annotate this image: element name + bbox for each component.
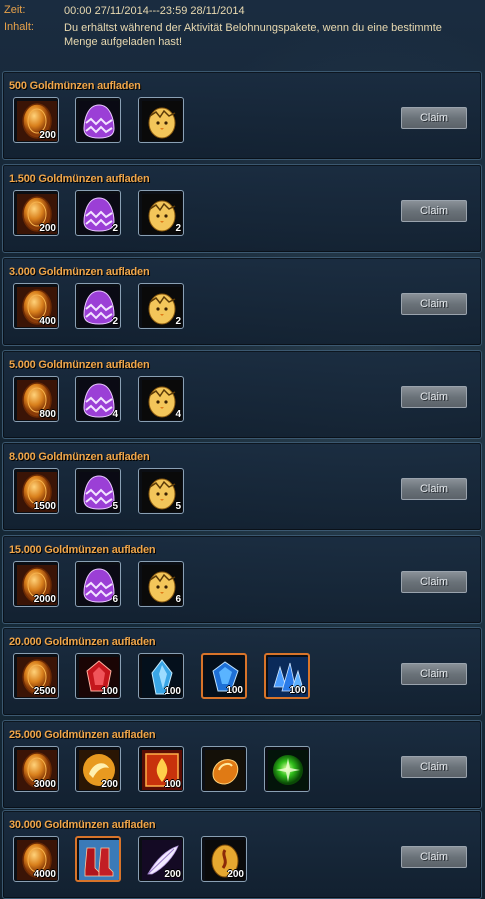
item-quantity: 2 (175, 316, 181, 327)
item-quantity: 200 (164, 869, 181, 880)
content-value: Du erhältst während der Aktivität Belohn… (64, 22, 442, 48)
item-quantity: 2 (175, 223, 181, 234)
reward-item-slot[interactable] (264, 746, 310, 792)
claim-button[interactable]: Claim (401, 107, 467, 129)
item-quantity: 3000 (33, 779, 56, 790)
reward-row: 15.000 Goldmünzen aufladen 2000 6 6 Claim (2, 535, 482, 624)
item-quantity: 100 (226, 685, 243, 696)
reward-row: 25.000 Goldmünzen aufladen 3000 200 100 Clai… (2, 720, 482, 809)
item-quantity: 200 (101, 779, 118, 790)
reward-item-slot[interactable]: 2500 (13, 653, 59, 699)
item-quantity: 100 (101, 686, 118, 697)
reward-tier-title: 1.500 Goldmünzen aufladen (9, 173, 150, 185)
reward-item-slot[interactable] (75, 836, 121, 882)
reward-item-slot[interactable] (138, 97, 184, 143)
reward-item-slot[interactable]: 4 (75, 376, 121, 422)
golden-egg-icon (142, 101, 182, 141)
item-quantity: 400 (39, 316, 56, 327)
reward-row: 3.000 Goldmünzen aufladen 400 2 2 Claim (2, 257, 482, 346)
reward-tier-title: 15.000 Goldmünzen aufladen (9, 544, 156, 556)
reward-row: 20.000 Goldmünzen aufladen 2500 100 100 100 1… (2, 627, 482, 716)
claim-button[interactable]: Claim (401, 478, 467, 500)
reward-item-slot[interactable]: 100 (138, 653, 184, 699)
reward-item-slot[interactable]: 2 (75, 283, 121, 329)
amber-stone-icon (205, 750, 245, 790)
reward-row: 8.000 Goldmünzen aufladen 1500 5 5 Claim (2, 442, 482, 531)
claim-button[interactable]: Claim (401, 200, 467, 222)
claim-button[interactable]: Claim (401, 846, 467, 868)
reward-item-slot[interactable]: 100 (201, 653, 247, 699)
item-quantity: 4 (175, 409, 181, 420)
item-quantity: 200 (227, 869, 244, 880)
item-quantity: 5 (112, 501, 118, 512)
reward-item-slot[interactable]: 6 (138, 561, 184, 607)
item-quantity: 2500 (33, 686, 56, 697)
item-quantity: 200 (39, 223, 56, 234)
reward-tier-title: 30.000 Goldmünzen aufladen (9, 819, 156, 831)
item-quantity: 2000 (33, 594, 56, 605)
reward-item-slot[interactable] (75, 97, 121, 143)
reward-item-slot[interactable]: 200 (138, 836, 184, 882)
reward-item-slot[interactable] (201, 746, 247, 792)
reward-item-slot[interactable]: 5 (138, 468, 184, 514)
reward-row: 30.000 Goldmünzen aufladen 4000 200 200 Clai… (2, 810, 482, 899)
reward-tier-title: 8.000 Goldmünzen aufladen (9, 451, 150, 463)
reward-item-slot[interactable]: 4000 (13, 836, 59, 882)
reward-item-slot[interactable]: 1500 (13, 468, 59, 514)
item-quantity: 6 (112, 594, 118, 605)
reward-item-slot[interactable]: 800 (13, 376, 59, 422)
content-label: Inhalt: (4, 21, 34, 33)
item-quantity: 1500 (33, 501, 56, 512)
reward-row: 5.000 Goldmünzen aufladen 800 4 4 Claim (2, 350, 482, 439)
reward-item-slot[interactable]: 100 (75, 653, 121, 699)
purple-egg-icon (79, 101, 119, 141)
reward-item-slot[interactable]: 400 (13, 283, 59, 329)
reward-item-slot[interactable]: 2 (75, 190, 121, 236)
item-quantity: 6 (175, 594, 181, 605)
reward-item-slot[interactable]: 2000 (13, 561, 59, 607)
claim-button[interactable]: Claim (401, 293, 467, 315)
reward-tier-title: 5.000 Goldmünzen aufladen (9, 359, 150, 371)
item-quantity: 100 (289, 685, 306, 696)
green-orb-icon (268, 750, 308, 790)
reward-item-slot[interactable]: 200 (75, 746, 121, 792)
claim-button[interactable]: Claim (401, 756, 467, 778)
reward-item-slot[interactable]: 200 (201, 836, 247, 882)
reward-item-slot[interactable]: 3000 (13, 746, 59, 792)
reward-tier-title: 25.000 Goldmünzen aufladen (9, 729, 156, 741)
item-quantity: 800 (39, 409, 56, 420)
reward-item-slot[interactable]: 100 (138, 746, 184, 792)
time-label: Zeit: (4, 4, 26, 16)
time-value: 00:00 27/11/2014---23:59 28/11/2014 (64, 5, 245, 17)
claim-button[interactable]: Claim (401, 386, 467, 408)
item-quantity: 5 (175, 501, 181, 512)
reward-tier-title: 20.000 Goldmünzen aufladen (9, 636, 156, 648)
item-quantity: 2 (112, 316, 118, 327)
item-quantity: 200 (39, 130, 56, 141)
reward-tier-title: 500 Goldmünzen aufladen (9, 80, 141, 92)
reward-tier-title: 3.000 Goldmünzen aufladen (9, 266, 150, 278)
reward-item-slot[interactable]: 6 (75, 561, 121, 607)
reward-item-slot[interactable]: 2 (138, 190, 184, 236)
claim-button[interactable]: Claim (401, 663, 467, 685)
reward-item-slot[interactable]: 200 (13, 97, 59, 143)
item-quantity: 4 (112, 409, 118, 420)
reward-row: 500 Goldmünzen aufladen 200 Claim (2, 71, 482, 160)
event-header: Zeit: 00:00 27/11/2014---23:59 28/11/201… (0, 0, 485, 66)
item-quantity: 100 (164, 686, 181, 697)
reward-item-slot[interactable]: 2 (138, 283, 184, 329)
reward-item-slot[interactable]: 5 (75, 468, 121, 514)
item-quantity: 4000 (33, 869, 56, 880)
reward-item-slot[interactable]: 200 (13, 190, 59, 236)
red-boots-icon (79, 840, 119, 880)
reward-item-slot[interactable]: 4 (138, 376, 184, 422)
reward-item-slot[interactable]: 100 (264, 653, 310, 699)
item-quantity: 2 (112, 223, 118, 234)
item-quantity: 100 (164, 779, 181, 790)
reward-row: 1.500 Goldmünzen aufladen 200 2 2 Claim (2, 164, 482, 253)
claim-button[interactable]: Claim (401, 571, 467, 593)
